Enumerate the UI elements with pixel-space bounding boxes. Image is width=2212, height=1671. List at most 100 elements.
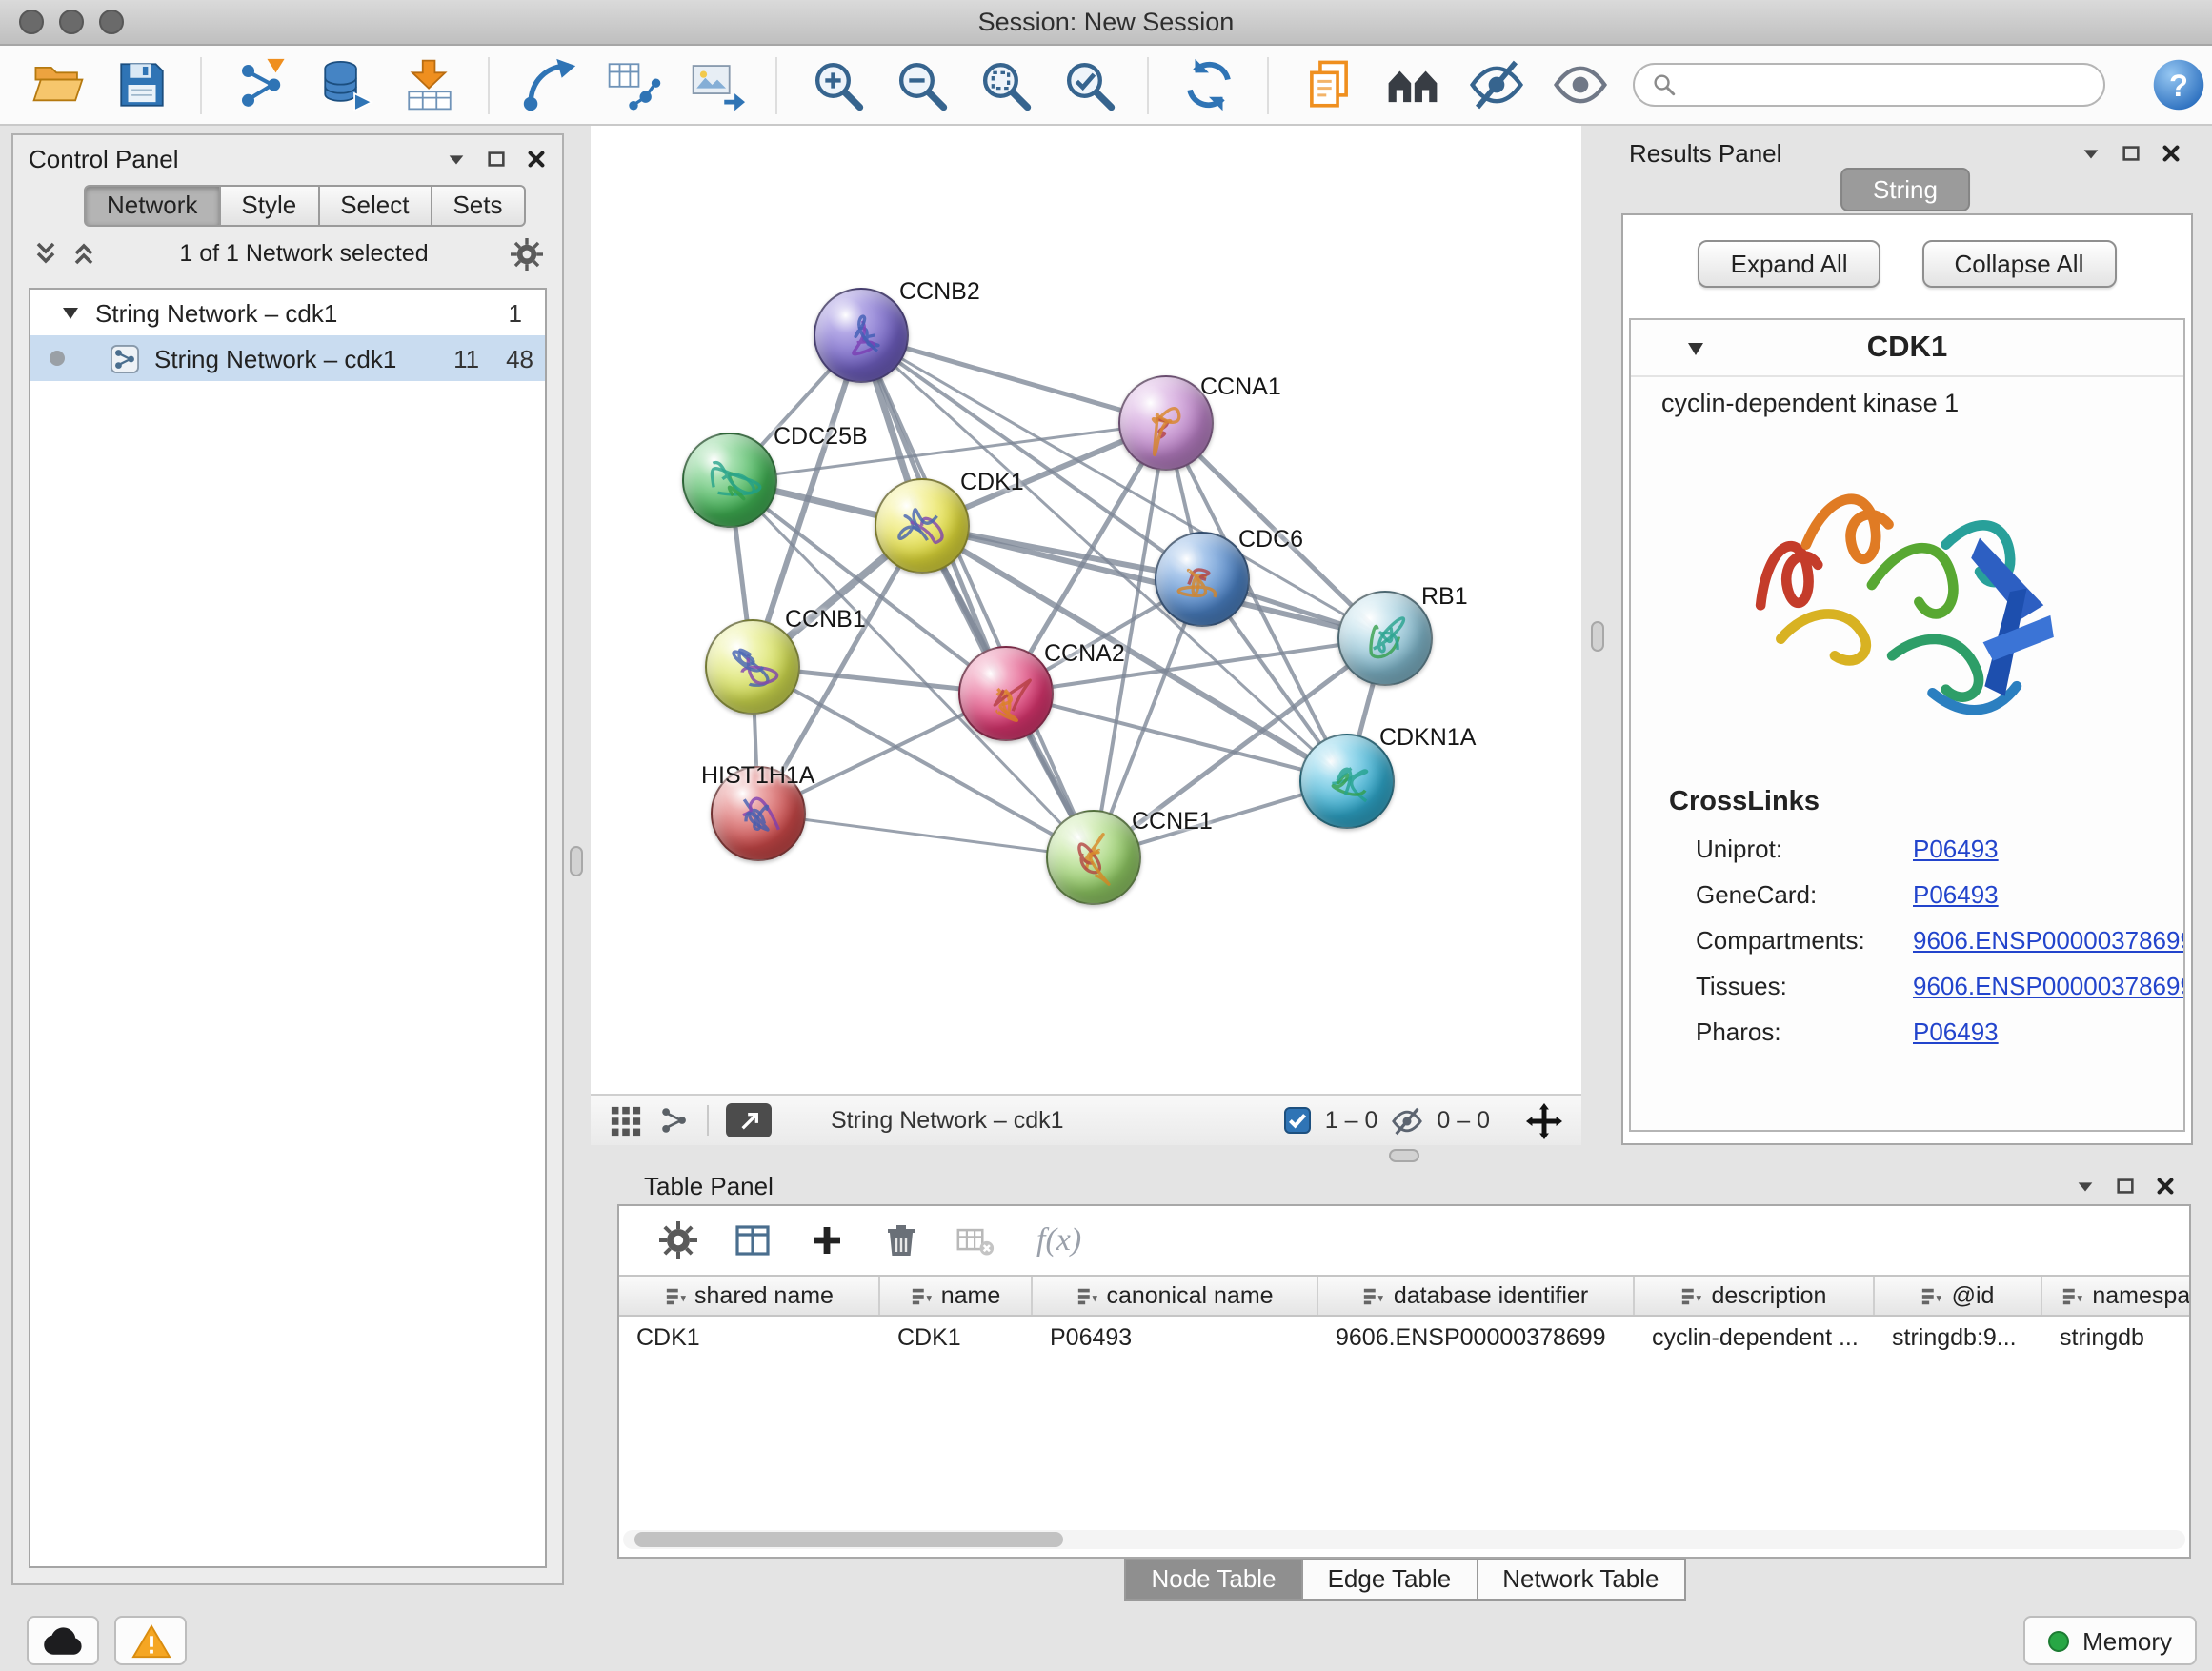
network-node-CCNB1[interactable] — [705, 619, 800, 715]
window-zoom-button[interactable] — [99, 10, 124, 34]
panel-menu-icon[interactable] — [2081, 142, 2101, 163]
column-header-name[interactable]: name — [880, 1277, 1033, 1315]
panel-float-icon[interactable] — [486, 148, 507, 169]
column-header-canonical-name[interactable]: canonical name — [1033, 1277, 1318, 1315]
zoom-fit-button[interactable] — [974, 54, 1035, 115]
horizontal-scrollbar-thumb[interactable] — [634, 1532, 1063, 1547]
network-row[interactable]: String Network – cdk1 11 48 — [30, 335, 545, 381]
table-cell[interactable]: 9606.ENSP00000378699 — [1318, 1317, 1635, 1357]
network-node-CDC25B[interactable] — [682, 433, 777, 528]
collapse-all-button[interactable]: Collapse All — [1922, 240, 2117, 288]
import-network-database-button[interactable] — [314, 54, 375, 115]
import-network-file-button[interactable] — [231, 54, 292, 115]
table-settings-button[interactable] — [657, 1219, 699, 1261]
tab-sets[interactable]: Sets — [430, 185, 525, 227]
tab-edge-table[interactable]: Edge Table — [1301, 1559, 1478, 1601]
table-cell[interactable]: P06493 — [1033, 1317, 1318, 1357]
splitter-handle[interactable] — [1389, 1149, 1419, 1162]
memory-button[interactable]: Memory — [2023, 1616, 2197, 1665]
tab-network-table[interactable]: Network Table — [1476, 1559, 1685, 1601]
network-node-CDC6[interactable] — [1155, 532, 1250, 627]
table-cell[interactable]: CDK1 — [880, 1317, 1033, 1357]
grid-icon[interactable] — [610, 1104, 642, 1137]
network-node-RB1[interactable] — [1337, 591, 1433, 686]
birds-eye-button[interactable] — [726, 1103, 772, 1137]
documents-button[interactable] — [1297, 54, 1358, 115]
table-cell[interactable]: CDK1 — [619, 1317, 880, 1357]
delete-table-button[interactable] — [955, 1219, 996, 1261]
search-input[interactable] — [1688, 70, 2086, 100]
apply-layout-button[interactable] — [1177, 54, 1238, 115]
crosslink-link[interactable]: 9606.ENSP00000378699 — [1913, 972, 2185, 1000]
disclosure-triangle-icon[interactable] — [61, 303, 80, 322]
network-node-CDK1[interactable] — [875, 478, 970, 574]
zoom-selected-button[interactable] — [1057, 54, 1118, 115]
zoom-out-button[interactable] — [890, 54, 951, 115]
zoom-in-button[interactable] — [806, 54, 867, 115]
export-image-button[interactable] — [686, 54, 747, 115]
tab-style[interactable]: Style — [218, 185, 319, 227]
panel-float-icon[interactable] — [2115, 1175, 2136, 1196]
panel-float-icon[interactable] — [2121, 142, 2142, 163]
panel-close-icon[interactable] — [2161, 142, 2182, 163]
network-node-CCNB2[interactable] — [814, 288, 909, 383]
show-columns-button[interactable] — [732, 1219, 774, 1261]
expand-all-button[interactable]: Expand All — [1699, 240, 1880, 288]
window-close-button[interactable] — [19, 10, 44, 34]
tab-string[interactable]: String — [1840, 168, 1970, 211]
add-column-button[interactable] — [806, 1219, 848, 1261]
new-network-button[interactable] — [518, 54, 579, 115]
window-minimize-button[interactable] — [59, 10, 84, 34]
table-cell[interactable]: cyclin-dependent ... — [1635, 1317, 1875, 1357]
panel-close-icon[interactable] — [526, 148, 547, 169]
column-header--id[interactable]: @id — [1875, 1277, 2042, 1315]
gear-icon[interactable] — [511, 237, 543, 270]
hidden-eye-icon[interactable] — [1391, 1104, 1423, 1137]
warnings-button[interactable] — [114, 1616, 187, 1665]
network-canvas[interactable]: CCNB2CCNA1CDC25BCDK1CDC6RB1CCNB1CCNA2CDK… — [591, 126, 1581, 1094]
table-cell[interactable]: stringdb — [2042, 1317, 2189, 1357]
move-crosshair-icon[interactable] — [1526, 1102, 1562, 1138]
import-table-button[interactable] — [398, 54, 459, 115]
save-session-button[interactable] — [111, 54, 171, 115]
collapse-all-icon[interactable] — [32, 240, 59, 267]
crosslink-link[interactable]: P06493 — [1913, 880, 1999, 909]
disclosure-triangle-icon[interactable] — [1684, 336, 1707, 359]
network-node-CCNA2[interactable] — [958, 646, 1054, 741]
network-edge-CCNB2-CCNE1[interactable] — [861, 335, 1094, 857]
panel-close-icon[interactable] — [2155, 1175, 2176, 1196]
share-icon[interactable] — [659, 1105, 690, 1136]
hide-selected-button[interactable] — [1465, 54, 1526, 115]
function-builder-button[interactable]: f(x) — [1036, 1221, 1081, 1259]
open-session-button[interactable] — [27, 54, 88, 115]
panel-menu-icon[interactable] — [446, 148, 467, 169]
network-from-table-button[interactable] — [602, 54, 663, 115]
panel-menu-icon[interactable] — [2075, 1175, 2096, 1196]
selection-checkbox-icon[interactable] — [1285, 1107, 1312, 1134]
network-edge-HIST1H1A-CCNE1[interactable] — [758, 814, 1094, 857]
network-overview-button[interactable] — [1381, 54, 1442, 115]
gene-section-header[interactable]: CDK1 — [1631, 320, 2183, 377]
column-header-description[interactable]: description — [1635, 1277, 1875, 1315]
expand-all-icon[interactable] — [70, 240, 97, 267]
cloud-button[interactable] — [27, 1616, 99, 1665]
crosslink-link[interactable]: P06493 — [1913, 1017, 1999, 1046]
crosslink-link[interactable]: P06493 — [1913, 835, 1999, 863]
tab-select[interactable]: Select — [317, 185, 432, 227]
network-node-CCNA1[interactable] — [1118, 375, 1214, 471]
column-header-database-identifier[interactable]: database identifier — [1318, 1277, 1635, 1315]
table-row[interactable]: CDK1CDK1P064939606.ENSP00000378699cyclin… — [619, 1317, 2189, 1357]
help-button[interactable]: ? — [2147, 54, 2208, 115]
tab-network[interactable]: Network — [84, 185, 220, 227]
splitter-handle[interactable] — [1591, 621, 1604, 652]
table-cell[interactable]: stringdb:9... — [1875, 1317, 2042, 1357]
network-node-CCNE1[interactable] — [1046, 810, 1141, 905]
crosslink-link[interactable]: 9606.ENSP00000378699 — [1913, 926, 2185, 955]
delete-column-button[interactable] — [880, 1219, 922, 1261]
column-header-namespac[interactable]: namespac — [2042, 1277, 2189, 1315]
network-collection-row[interactable]: String Network – cdk1 1 — [30, 290, 545, 335]
show-all-button[interactable] — [1549, 54, 1610, 115]
splitter-handle[interactable] — [570, 846, 583, 876]
tab-node-table[interactable]: Node Table — [1124, 1559, 1302, 1601]
column-header-shared-name[interactable]: shared name — [619, 1277, 880, 1315]
